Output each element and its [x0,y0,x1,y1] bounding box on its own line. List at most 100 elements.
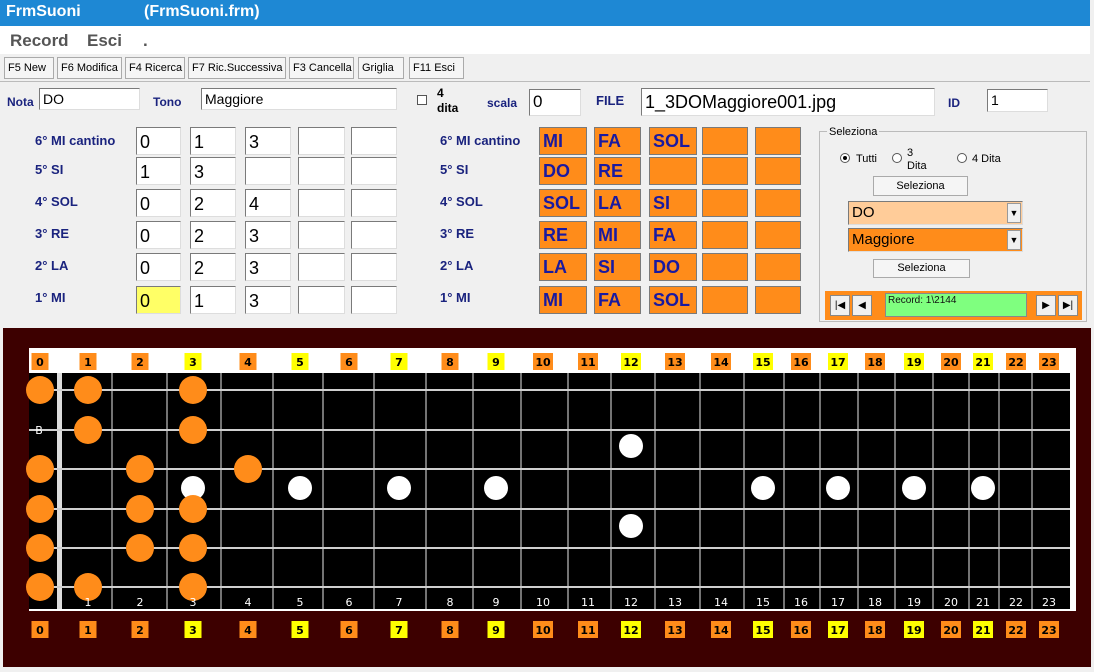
fret-cell[interactable]: 2 [190,189,236,217]
next-record-icon[interactable]: ▶ [1036,295,1056,316]
fret-cell[interactable] [298,189,345,217]
dita-checkbox[interactable] [417,95,427,105]
fret-number-board: 18 [868,596,882,609]
radio-4dita[interactable] [957,153,967,163]
esci-button[interactable]: F11 Esci [409,57,464,79]
seleziona-button-1[interactable]: Seleziona [873,176,968,196]
nut [57,373,62,609]
fret-number-bottom: 8 [446,624,454,637]
last-record-icon[interactable]: ▶| [1058,295,1078,316]
fret-cell[interactable]: 0 [136,221,181,249]
note-cell[interactable]: DO [649,253,697,281]
menu-esci[interactable]: Esci [87,31,122,51]
file-field[interactable]: 1_3DOMaggiore001.jpg [641,88,935,116]
radio-3dita[interactable] [892,153,902,163]
note-cell[interactable] [702,157,748,185]
inlay-dot [387,476,411,500]
note-cell[interactable]: FA [649,221,697,249]
note-cell[interactable] [755,253,801,281]
fret-cell[interactable]: 0 [136,286,181,314]
note-cell[interactable] [755,286,801,314]
fret-cell[interactable] [351,286,397,314]
fret-cell[interactable] [351,127,397,155]
fret-number-top: 11 [580,356,595,369]
fret-cell[interactable] [298,286,345,314]
seleziona-button-2[interactable]: Seleziona [873,259,970,278]
note-cell[interactable]: DO [539,157,587,185]
main-window: FrmSuoni (FrmSuoni.frm) Record Esci . F5… [0,0,1094,670]
fret-cell[interactable] [351,221,397,249]
fret-cell[interactable]: 3 [245,127,291,155]
nota-combo-chevron-down-icon[interactable]: ▼ [1007,203,1021,223]
note-cell[interactable] [649,157,697,185]
menu-record[interactable]: Record [10,31,69,51]
note-cell[interactable] [755,127,801,155]
note-cell[interactable]: LA [594,189,641,217]
fret-cell[interactable]: 3 [245,253,291,281]
note-cell[interactable]: RE [539,221,587,249]
fret-cell[interactable]: 4 [245,189,291,217]
fret-cell[interactable]: 2 [190,253,236,281]
note-cell[interactable]: SI [594,253,641,281]
note-cell[interactable] [702,189,748,217]
note-cell[interactable] [702,221,748,249]
ricerca-button[interactable]: F4 Ricerca [125,57,185,79]
tono-combo[interactable]: Maggiore [848,228,1023,252]
fret-cell[interactable]: 3 [190,157,236,185]
fret-cell[interactable] [351,189,397,217]
tono-combo-chevron-down-icon[interactable]: ▼ [1007,230,1021,250]
ric-successiva-button[interactable]: F7 Ric.Successiva [188,57,286,79]
fret-cell[interactable] [298,157,345,185]
new-button[interactable]: F5 New [4,57,54,79]
fret-number-board: 5 [297,596,304,609]
note-cell[interactable] [702,127,748,155]
fret-cell[interactable] [298,221,345,249]
fret-number-board: 11 [581,596,595,609]
fret-cell[interactable]: 1 [190,127,236,155]
fret-cell[interactable] [351,253,397,281]
note-cell[interactable] [702,286,748,314]
modifica-button[interactable]: F6 Modifica [57,57,122,79]
fret-cell[interactable] [298,253,345,281]
note-cell[interactable] [755,221,801,249]
fret-cell[interactable]: 2 [190,221,236,249]
note-cell[interactable]: RE [594,157,641,185]
note-cell[interactable] [755,189,801,217]
scala-field[interactable]: 0 [529,89,581,116]
note-cell[interactable]: FA [594,286,641,314]
note-cell[interactable]: FA [594,127,641,155]
note-cell[interactable]: SOL [539,189,587,217]
griglia-button[interactable]: Griglia [358,57,404,79]
note-cell[interactable] [755,157,801,185]
cancella-button[interactable]: F3 Cancella [289,57,354,79]
note-cell[interactable]: SOL [649,286,697,314]
fret-cell[interactable]: 0 [136,253,181,281]
fret-cell[interactable]: 0 [136,189,181,217]
fret-cell[interactable]: 1 [136,157,181,185]
record-position: Record: 1\2144 [885,293,1027,317]
first-record-icon[interactable]: |◀ [830,295,850,316]
fret-cell[interactable]: 0 [136,127,181,155]
fret-cell[interactable] [298,127,345,155]
note-cell[interactable]: MI [594,221,641,249]
note-cell[interactable]: MI [539,127,587,155]
fret-cell[interactable] [245,157,291,185]
fret-cell[interactable]: 1 [190,286,236,314]
fret-cell[interactable] [351,157,397,185]
nota-combo[interactable]: DO [848,201,1023,225]
note-cell[interactable]: SOL [649,127,697,155]
note-cell[interactable]: SI [649,189,697,217]
menu-dot[interactable]: . [143,31,148,51]
nota-field[interactable]: DO [39,88,140,110]
fret-cell[interactable]: 3 [245,286,291,314]
tono-field[interactable]: Maggiore [201,88,397,110]
id-field[interactable]: 1 [987,89,1048,112]
prev-record-icon[interactable]: ◀ [852,295,872,316]
scala-label: scala [487,96,518,110]
radio-tutti[interactable] [840,153,850,163]
fret-cell[interactable]: 3 [245,221,291,249]
note-cell[interactable]: MI [539,286,587,314]
string-label-right: 3° RE [440,226,475,241]
note-cell[interactable]: LA [539,253,587,281]
note-cell[interactable] [702,253,748,281]
